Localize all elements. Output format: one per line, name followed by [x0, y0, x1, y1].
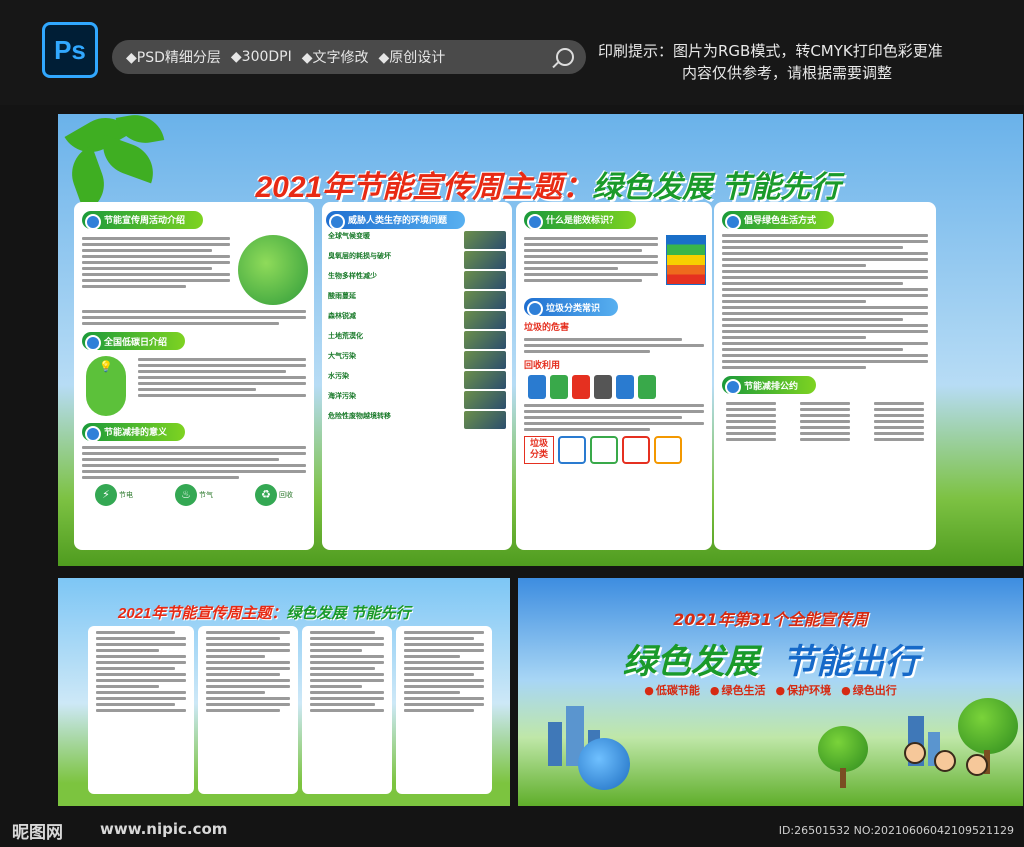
intro-panel: 节能宣传周活动介绍 全国低碳日介绍 💡 节能减排的意义 ⚡ 节电 ♨ 节气 ♻ 回收 — [74, 202, 314, 550]
threat-item: 臭氧层的耗损与破坏 — [328, 250, 506, 269]
electricity-icon: ⚡ — [95, 483, 117, 506]
hazardous-waste-icon — [622, 436, 650, 464]
top-bar: Ps ◆PSD精细分层 ◆300DPI ◆文字修改 ◆原创设计 印刷提示：图片为… — [0, 0, 1024, 105]
threat-item: 危险性废物越境转移 — [328, 410, 506, 429]
site-logo: 昵图网 — [12, 823, 63, 843]
section-title: 全国低碳日介绍 — [82, 332, 186, 351]
section-title: 节能宣传周活动介绍 — [82, 210, 204, 230]
main-board-preview[interactable]: 2021年节能宣传周主题：绿色发展 节能先行 节能宣传周活动介绍 全国低碳日介绍… — [58, 114, 1023, 566]
garbage-harm-title: 垃圾的危害 — [524, 323, 570, 333]
right-board-main-title: 绿色发展 节能出行 — [622, 642, 919, 682]
environment-panel: 威胁人类生存的环境问题 全球气候变暖 臭氧层的耗损与破坏 生物多样性减少 酸雨蔓… — [322, 202, 512, 550]
section-title: 节能减排公约 — [722, 376, 817, 395]
threat-item: 全球气候变暖 — [328, 230, 506, 249]
text-block — [874, 399, 924, 444]
recycling-title: 回收利用 — [524, 361, 561, 371]
energy-label-icon — [666, 234, 706, 285]
left-board-panel-3 — [302, 626, 392, 794]
threat-item: 酸雨蔓延 — [328, 290, 506, 309]
recyclable-icon — [558, 436, 586, 464]
feature-psd: ◆PSD精细分层 — [126, 50, 221, 66]
tree-decoration — [958, 698, 1018, 754]
garbage-bins — [528, 375, 700, 399]
app-icon-label: Ps — [54, 34, 86, 65]
earth-icon — [578, 738, 630, 790]
icon-label: 回收 — [279, 490, 293, 499]
kitchen-waste-icon — [590, 436, 618, 464]
child-figure — [966, 754, 988, 776]
text-block — [82, 234, 230, 300]
section-title: 垃圾分类常识 — [524, 298, 619, 317]
other-waste-icon — [654, 436, 682, 464]
left-board-title: 2021年节能宣传周主题：绿色发展 节能先行 — [118, 605, 411, 622]
threat-item: 森林锐减 — [328, 310, 506, 329]
text-block — [524, 234, 658, 285]
sort-label: 垃圾分类 — [524, 436, 554, 464]
lightbulb-icon: 💡 — [86, 356, 126, 416]
print-notice: 印刷提示：图片为RGB模式，转CMYK打印色彩更准 内容仅供参考，请根据需要调整 — [598, 40, 1018, 84]
left-board-panel-4 — [396, 626, 492, 794]
right-board-preview[interactable]: 2021年第31个全能宣传周 绿色发展 节能出行 低碳节能 绿色生活 保护环境 … — [518, 578, 1023, 806]
right-board-tags: 低碳节能 绿色生活 保护环境 绿色出行 — [518, 682, 1023, 698]
tree-trunk — [840, 768, 846, 788]
threat-item: 水污染 — [328, 370, 506, 389]
text-block — [524, 338, 704, 353]
icon-label: 节气 — [199, 490, 213, 499]
icon-label: 节电 — [119, 490, 133, 499]
site-url: www.nipic.com — [100, 820, 228, 838]
gas-flame-icon: ♨ — [175, 483, 197, 506]
feature-text: ◆文字修改 — [301, 50, 369, 66]
text-block — [82, 309, 306, 325]
threat-item: 土地荒漠化 — [328, 330, 506, 349]
left-board-panel-2 — [198, 626, 298, 794]
text-block — [800, 399, 850, 444]
threat-item: 大气污染 — [328, 350, 506, 369]
tree-decoration — [818, 726, 868, 772]
main-title-red: 2021年节能宣传周主题： — [255, 171, 593, 204]
feature-original: ◆原创设计 — [378, 50, 446, 66]
text-block — [524, 404, 704, 431]
text-block — [726, 399, 776, 444]
photoshop-icon: Ps — [42, 22, 98, 78]
image-id: ID:26501532 NO:20210606042109521129 — [778, 824, 1014, 837]
recycle-icon: ♻ — [255, 483, 277, 506]
labels-panel: 什么是能效标识？ 垃圾分类常识 垃圾的危害 回收利用 垃圾分类 — [516, 202, 712, 550]
text-block — [82, 445, 306, 479]
child-figure — [934, 750, 956, 772]
search-icon[interactable] — [556, 48, 574, 66]
main-title-green: 绿色发展 节能先行 — [592, 171, 841, 204]
section-title: 什么是能效标识？ — [524, 210, 637, 230]
notice-line-1: 印刷提示：图片为RGB模式，转CMYK打印色彩更准 — [598, 42, 943, 60]
feature-pill: ◆PSD精细分层 ◆300DPI ◆文字修改 ◆原创设计 — [112, 40, 586, 74]
text-block — [138, 355, 306, 411]
notice-line-2: 内容仅供参考，请根据需要调整 — [682, 64, 893, 82]
lifestyle-panel: 倡导绿色生活方式 节能减排公约 — [714, 202, 936, 550]
threat-item: 生物多样性减少 — [328, 270, 506, 289]
section-title: 威胁人类生存的环境问题 — [326, 210, 466, 230]
threat-item: 海洋污染 — [328, 390, 506, 409]
section-title: 节能减排的意义 — [82, 422, 186, 442]
section-title: 倡导绿色生活方式 — [722, 210, 835, 230]
child-figure — [904, 742, 926, 764]
building-decoration — [548, 722, 562, 766]
feature-dpi: ◆300DPI — [230, 49, 292, 65]
right-board-subtitle: 2021年第31个全能宣传周 — [673, 610, 868, 629]
left-board-preview[interactable]: 2021年节能宣传周主题：绿色发展 节能先行 — [58, 578, 510, 806]
main-title: 2021年节能宣传周主题：绿色发展 节能先行 — [178, 162, 918, 206]
garbage-sort-row: 垃圾分类 — [524, 436, 704, 464]
left-board-panel-1 — [88, 626, 194, 794]
globe-icon — [238, 234, 308, 305]
text-block — [722, 233, 928, 369]
watermark-footer: 昵图网 www.nipic.com ID:26501532 NO:2021060… — [0, 810, 1024, 847]
